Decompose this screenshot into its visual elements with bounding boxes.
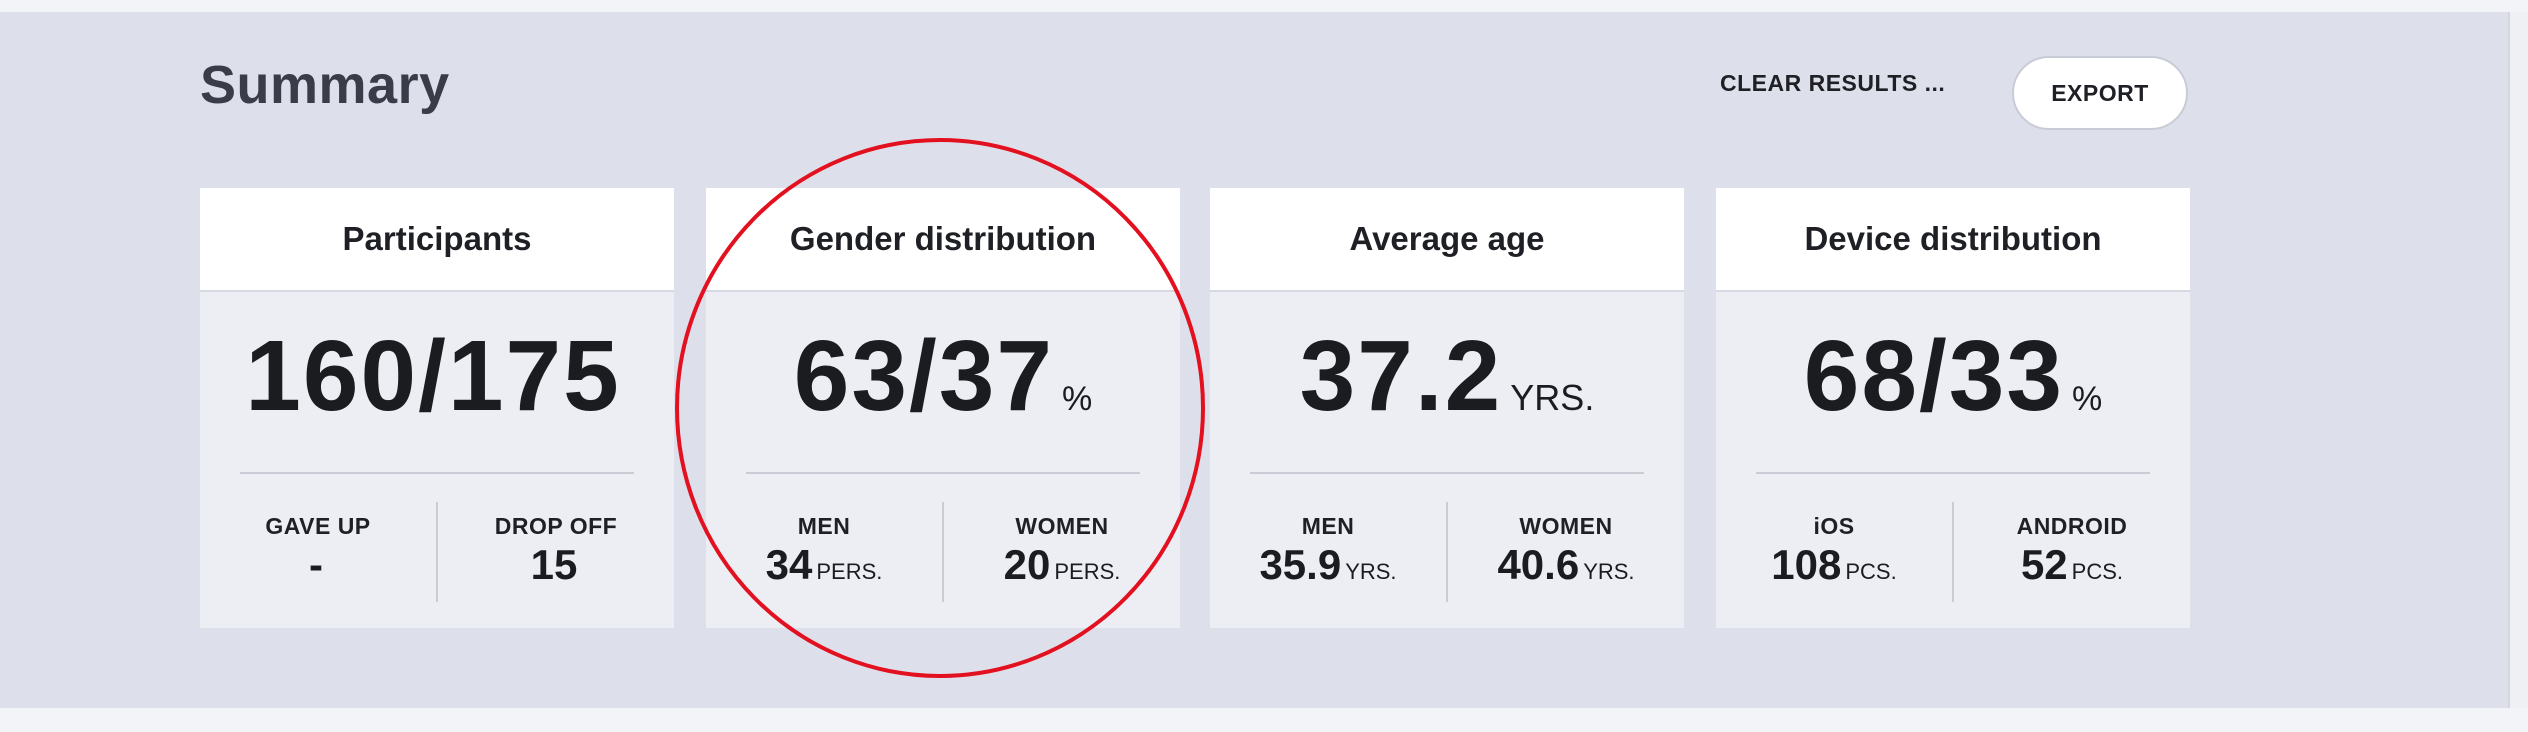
- card-divider: [1756, 472, 2150, 474]
- gave-up-stat: GAVE UP -: [265, 513, 371, 589]
- card-main-value: 160/175: [245, 320, 621, 432]
- gender-distribution-card: Gender distribution 63/37% MEN 34 PERS. W…: [706, 188, 1180, 628]
- women-stat: WOMEN 20 PERS.: [1003, 513, 1121, 589]
- card-main-value: 63/37%: [793, 320, 1093, 432]
- card-title: Device distribution: [1716, 188, 2190, 292]
- page-title: Summary: [200, 55, 450, 115]
- card-title: Gender distribution: [706, 188, 1180, 292]
- card-title: Average age: [1210, 188, 1684, 292]
- card-divider: [240, 472, 634, 474]
- card-main-value: 68/33%: [1803, 320, 2103, 432]
- card-main-value: 37.2 YRS.: [1299, 320, 1595, 432]
- scrollbar[interactable]: [2508, 12, 2528, 708]
- card-title: Participants: [200, 188, 674, 292]
- device-distribution-card: Device distribution 68/33% iOS 108 PCS. A…: [1716, 188, 2190, 628]
- android-stat: ANDROID 52 PCS.: [2016, 513, 2128, 589]
- clear-results-button[interactable]: CLEAR RESULTS ...: [1720, 70, 1945, 97]
- card-divider: [1250, 472, 1644, 474]
- women-age-stat: WOMEN 40.6 YRS.: [1497, 513, 1635, 589]
- ios-stat: iOS 108 PCS.: [1771, 513, 1897, 589]
- average-age-card: Average age 37.2 YRS. MEN 35.9 YRS. WOMEN …: [1210, 188, 1684, 628]
- card-divider: [746, 472, 1140, 474]
- drop-off-stat: DROP OFF 15: [494, 513, 618, 589]
- men-age-stat: MEN 35.9 YRS.: [1259, 513, 1397, 589]
- men-stat: MEN 34 PERS.: [765, 513, 883, 589]
- export-button[interactable]: EXPORT: [2012, 56, 2188, 130]
- participants-card: Participants 160/175 GAVE UP - DROP OFF …: [200, 188, 674, 628]
